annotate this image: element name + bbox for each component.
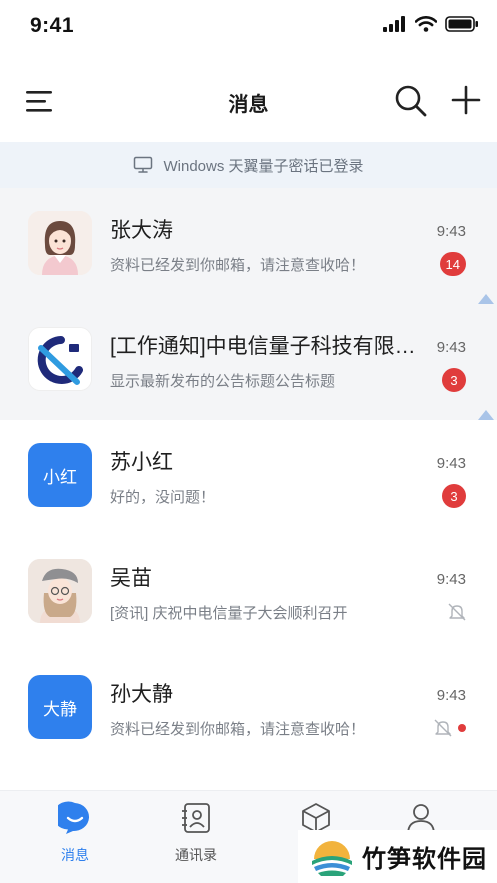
conversation-item[interactable]: 大静 孙大静 资料已经发到你邮箱，请注意查收哈！ 9:43 (0, 652, 497, 768)
tab-label: 通讯录 (175, 847, 217, 863)
battery-icon (445, 16, 478, 32)
conversation-time: 9:43 (436, 339, 466, 356)
avatar: 大静 (28, 675, 92, 739)
conversation-item[interactable]: 小红 苏小红 好的，没问题！ 9:43 3 (0, 420, 497, 536)
tab-contacts[interactable]: 通讯录 (151, 801, 241, 871)
contacts-icon (182, 803, 210, 833)
nav-bar: 消息 (0, 62, 497, 142)
unread-badge: 3 (442, 484, 466, 508)
conversation-time: 9:43 (436, 223, 466, 240)
conversation-name: 孙大静 (110, 683, 173, 706)
cellular-signal-icon (383, 16, 405, 32)
conversation-time: 9:43 (436, 455, 466, 472)
conversation-item[interactable]: [工作通知]中电信量子科技有限公司 显示最新发布的公告标题公告标题 9:43 3 (0, 304, 497, 420)
pinned-indicator-icon (478, 410, 494, 420)
conversation-preview: 好的，没问题！ (110, 489, 216, 506)
unread-badge: 14 (439, 252, 466, 276)
unread-badge: 3 (442, 368, 466, 392)
conversation-preview: 资料已经发到你邮箱，请注意查收哈！ (110, 721, 366, 738)
search-button[interactable] (394, 84, 428, 118)
woman-avatar-illustration (28, 211, 92, 275)
status-icons (383, 16, 479, 32)
plus-icon (451, 85, 481, 115)
search-icon (395, 85, 427, 117)
avatar (28, 327, 92, 391)
muted-bell-icon (448, 603, 466, 621)
chat-bubble-icon (58, 801, 90, 834)
conversation-name: [工作通知]中电信量子科技有限公司 (110, 335, 420, 358)
avatar: 小红 (28, 443, 92, 507)
conversation-preview: 资料已经发到你邮箱，请注意查收哈！ (110, 257, 366, 274)
tab-label: 消息 (61, 847, 89, 863)
conversation-list: 张大涛 资料已经发到你邮箱，请注意查收哈！ 9:43 14 [工作通知]中电信量… (0, 188, 497, 768)
bamboo-shoot-logo-icon (312, 840, 352, 876)
muted-bell-icon (434, 719, 452, 737)
conversation-item[interactable]: 吴苗 [资讯] 庆祝中电信量子大会顺利召开 9:43 (0, 536, 497, 652)
monitor-icon (134, 156, 153, 173)
conversation-item[interactable]: 张大涛 资料已经发到你邮箱，请注意查收哈！ 9:43 14 (0, 188, 497, 304)
avatar (28, 559, 92, 623)
conversation-name: 张大涛 (110, 219, 173, 242)
login-banner-text: Windows 天翼量子密话已登录 (163, 157, 364, 175)
wifi-icon (415, 16, 437, 32)
girl-avatar-illustration (28, 559, 92, 623)
conversation-name: 吴苗 (110, 567, 152, 590)
status-time: 9:41 (30, 14, 75, 37)
status-bar: 9:41 (0, 0, 497, 56)
unread-dot (458, 724, 466, 732)
add-button[interactable] (450, 84, 482, 116)
conversation-name: 苏小红 (110, 451, 173, 474)
conversation-time: 9:43 (436, 571, 466, 588)
avatar (28, 211, 92, 275)
company-logo-icon (29, 328, 91, 390)
conversation-preview: [资讯] 庆祝中电信量子大会顺利召开 (110, 605, 348, 622)
pinned-indicator-icon (478, 294, 494, 304)
tab-messages[interactable]: 消息 (30, 801, 120, 871)
watermark-text: 竹笋软件园 (362, 846, 487, 873)
conversation-time: 9:43 (436, 687, 466, 704)
conversation-preview: 显示最新发布的公告标题公告标题 (110, 373, 336, 390)
desktop-login-banner[interactable]: Windows 天翼量子密话已登录 (0, 142, 497, 188)
watermark: 竹笋软件园 (298, 830, 497, 883)
